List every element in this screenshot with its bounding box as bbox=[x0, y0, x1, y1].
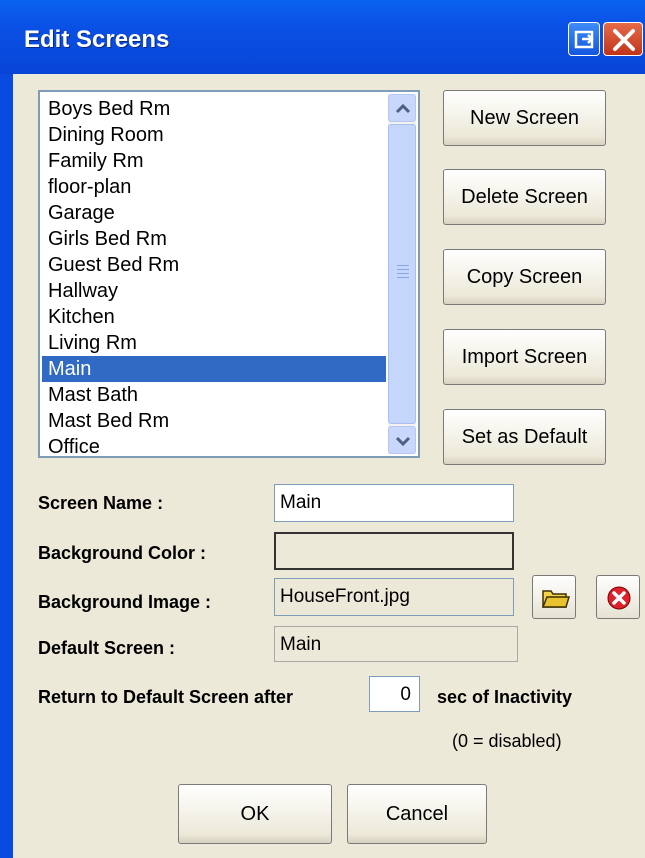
restore-button[interactable] bbox=[568, 22, 600, 56]
cancel-button[interactable]: Cancel bbox=[347, 784, 487, 844]
default-screen-field: Main bbox=[274, 626, 518, 662]
screen-name-label: Screen Name : bbox=[38, 493, 164, 513]
sec-of-inactivity-label: sec of Inactivity bbox=[437, 687, 573, 707]
inactivity-seconds-input[interactable]: 0 bbox=[369, 676, 420, 712]
default-screen-label: Default Screen : bbox=[38, 638, 176, 658]
chevron-down-icon bbox=[395, 436, 411, 447]
window-border bbox=[0, 74, 13, 858]
list-item[interactable]: Office bbox=[42, 434, 386, 456]
background-image-field: HouseFront.jpg bbox=[274, 578, 514, 616]
list-item[interactable]: Garage bbox=[42, 200, 386, 226]
list-item[interactable]: Main bbox=[42, 356, 386, 382]
list-item[interactable]: Guest Bed Rm bbox=[42, 252, 386, 278]
delete-screen-button[interactable]: Delete Screen bbox=[443, 169, 606, 225]
screens-listbox[interactable]: Boys Bed Rm Dining Room Family Rm floor-pla… bbox=[38, 90, 420, 458]
scroll-up-button[interactable] bbox=[388, 94, 416, 122]
list-item[interactable]: Boys Bed Rm bbox=[42, 96, 386, 122]
list-item[interactable]: Mast Bed Rm bbox=[42, 408, 386, 434]
list-item[interactable]: Girls Bed Rm bbox=[42, 226, 386, 252]
copy-screen-button[interactable]: Copy Screen bbox=[443, 249, 606, 305]
delete-icon bbox=[607, 586, 631, 610]
list-item[interactable]: Dining Room bbox=[42, 122, 386, 148]
ok-button[interactable]: OK bbox=[178, 784, 332, 844]
new-screen-button[interactable]: New Screen bbox=[443, 90, 606, 146]
folder-icon bbox=[541, 590, 571, 608]
list-item[interactable]: Kitchen bbox=[42, 304, 386, 330]
restore-icon bbox=[574, 30, 594, 49]
screens-list: Boys Bed Rm Dining Room Family Rm floor-pla… bbox=[42, 96, 386, 456]
import-screen-button[interactable]: Import Screen bbox=[443, 329, 606, 385]
browse-image-button[interactable] bbox=[532, 575, 576, 619]
scroll-thumb[interactable] bbox=[388, 124, 416, 424]
background-color-swatch[interactable] bbox=[274, 532, 514, 570]
screen-name-field[interactable]: Main bbox=[274, 484, 514, 522]
list-item[interactable]: floor-plan bbox=[42, 174, 386, 200]
close-button[interactable] bbox=[603, 22, 643, 56]
window-title: Edit Screens bbox=[24, 26, 170, 53]
set-default-button[interactable]: Set as Default bbox=[443, 409, 606, 465]
title-bar[interactable]: Edit Screens bbox=[0, 0, 645, 74]
list-item[interactable]: Living Rm bbox=[42, 330, 386, 356]
list-item[interactable]: Mast Bath bbox=[42, 382, 386, 408]
background-image-label: Background Image : bbox=[38, 592, 212, 612]
list-item[interactable]: Hallway bbox=[42, 278, 386, 304]
list-scrollbar[interactable] bbox=[388, 94, 416, 454]
disabled-note: (0 = disabled) bbox=[452, 731, 562, 751]
edit-screens-window: Edit Screens Boys Bed Rm Dining Room Famil… bbox=[0, 0, 645, 858]
chevron-up-icon bbox=[395, 103, 411, 114]
clear-image-button[interactable] bbox=[596, 575, 640, 619]
scroll-down-button[interactable] bbox=[388, 426, 416, 454]
list-item[interactable]: Family Rm bbox=[42, 148, 386, 174]
return-to-default-label: Return to Default Screen after bbox=[38, 687, 294, 707]
background-color-label: Background Color : bbox=[38, 543, 207, 563]
close-icon bbox=[613, 29, 635, 51]
